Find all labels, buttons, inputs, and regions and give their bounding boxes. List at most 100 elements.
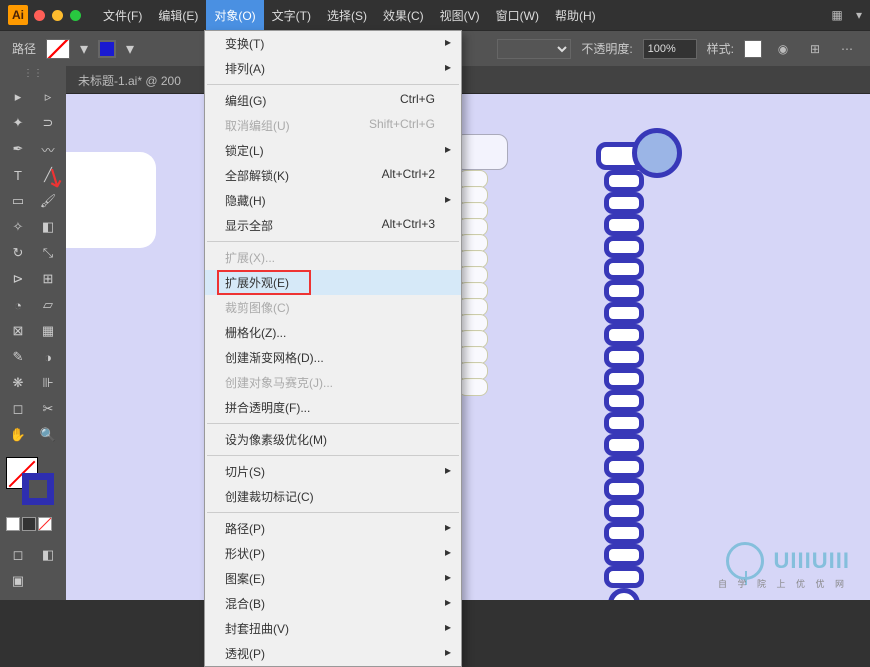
lightbulb-icon: [726, 542, 764, 580]
menu-item[interactable]: 切片(S)▸: [205, 459, 461, 484]
stroke-swatch[interactable]: [98, 40, 116, 58]
menu-视图[interactable]: 视图(V): [432, 0, 488, 31]
free-transform-tool[interactable]: ⊞: [34, 267, 62, 291]
column-graph-tool[interactable]: ⊪: [34, 371, 62, 395]
menu-item[interactable]: 透视(P)▸: [205, 641, 461, 666]
window-controls: [34, 10, 81, 21]
menu-item: 创建对象马赛克(J)...: [205, 370, 461, 395]
blend-tool[interactable]: ◑: [34, 345, 62, 369]
menu-item[interactable]: 栅格化(Z)...: [205, 320, 461, 345]
menu-item[interactable]: 路径(P)▸: [205, 516, 461, 541]
menu-文件[interactable]: 文件(F): [95, 0, 150, 31]
none-mode[interactable]: [38, 517, 52, 531]
style-swatch[interactable]: [744, 40, 762, 58]
tool-panel: ⋮⋮ ▸ ▹ ✦ ⊃ ✒ 〰 T ╱ ▭ 🖌 ✧ ◧ ↻ ⤡ ⊳ ⊞ ◔ ▱ ⊠…: [0, 66, 66, 600]
fill-swatch[interactable]: [46, 39, 70, 59]
selection-type-label: 路径: [12, 40, 36, 57]
maximize-icon[interactable]: [70, 10, 81, 21]
menu-item[interactable]: 设为像素级优化(M): [205, 427, 461, 452]
menu-窗口[interactable]: 窗口(W): [488, 0, 547, 31]
opacity-label: 不透明度:: [581, 40, 632, 57]
panel-layout-icon[interactable]: ▦: [826, 6, 848, 24]
perspective-tool[interactable]: ▱: [34, 293, 62, 317]
rotate-tool[interactable]: ↻: [4, 241, 32, 265]
selected-object-outline: [454, 134, 508, 394]
slice-tool[interactable]: ✂: [34, 397, 62, 421]
menu-item[interactable]: 全部解锁(K)Alt+Ctrl+2: [205, 163, 461, 188]
document-tab[interactable]: 未标题-1.ai* @ 200: [66, 66, 870, 94]
fill-stroke-control[interactable]: [0, 451, 66, 515]
menu-帮助[interactable]: 帮助(H): [547, 0, 604, 31]
eyedropper-tool[interactable]: ✎: [4, 345, 32, 369]
menu-item[interactable]: 形状(P)▸: [205, 541, 461, 566]
paintbrush-tool[interactable]: 🖌: [34, 189, 62, 213]
mesh-tool[interactable]: ⊠: [4, 319, 32, 343]
magic-wand-tool[interactable]: ✦: [4, 111, 32, 135]
line-tool[interactable]: ╱: [34, 163, 62, 187]
stroke-profile-select[interactable]: [497, 39, 571, 59]
shaper-tool[interactable]: ✧: [4, 215, 32, 239]
stroke-color[interactable]: [22, 473, 54, 505]
artboard-shape: [66, 152, 156, 248]
type-tool[interactable]: T: [4, 163, 32, 187]
menu-文字[interactable]: 文字(T): [264, 0, 319, 31]
menu-item: 取消编组(U)Shift+Ctrl+G: [205, 113, 461, 138]
menu-item[interactable]: 显示全部Alt+Ctrl+3: [205, 213, 461, 238]
width-tool[interactable]: ⊳: [4, 267, 32, 291]
eraser-tool[interactable]: ◧: [34, 215, 62, 239]
menu-item[interactable]: 隐藏(H)▸: [205, 188, 461, 213]
menu-item[interactable]: 混合(B)▸: [205, 591, 461, 616]
menu-编辑[interactable]: 编辑(E): [150, 0, 206, 31]
align-icon[interactable]: ◉: [772, 40, 794, 58]
rectangle-tool[interactable]: ▭: [4, 189, 32, 213]
app-logo: Ai: [8, 5, 28, 25]
watermark: UIIIUIII: [726, 542, 850, 580]
zoom-tool[interactable]: 🔍: [34, 423, 62, 447]
gradient-tool[interactable]: ▦: [34, 319, 62, 343]
minimize-icon[interactable]: [52, 10, 63, 21]
more-options-icon[interactable]: ⋯: [836, 40, 858, 58]
menu-效果[interactable]: 效果(C): [375, 0, 432, 31]
chevron-down-icon[interactable]: ▾: [80, 39, 88, 59]
pen-tool[interactable]: ✒: [4, 137, 32, 161]
menu-item[interactable]: 扩展外观(E): [205, 270, 461, 295]
menu-item[interactable]: 变换(T)▸: [205, 31, 461, 56]
hand-tool[interactable]: ✋: [4, 423, 32, 447]
screen-mode[interactable]: ▣: [4, 569, 32, 593]
menu-item[interactable]: 编组(G)Ctrl+G: [205, 88, 461, 113]
panel-grip-icon[interactable]: ⋮⋮: [0, 66, 66, 81]
style-label: 样式:: [707, 40, 734, 57]
curvature-tool[interactable]: 〰: [34, 137, 62, 161]
scale-tool[interactable]: ⤡: [34, 241, 62, 265]
watermark-text: UIIIUIII: [774, 548, 850, 574]
menu-item[interactable]: 锁定(L)▸: [205, 138, 461, 163]
menu-item: 扩展(X)...: [205, 245, 461, 270]
shape-builder-tool[interactable]: ◔: [4, 293, 32, 317]
menu-对象[interactable]: 对象(O): [206, 0, 263, 31]
draw-behind[interactable]: ◧: [34, 543, 62, 567]
selection-tool[interactable]: ▸: [4, 85, 32, 109]
gradient-mode[interactable]: [22, 517, 36, 531]
transform-icon[interactable]: ⊞: [804, 40, 826, 58]
chevron-down-icon[interactable]: ▾: [126, 39, 134, 59]
menu-item: 裁剪图像(C): [205, 295, 461, 320]
symbol-sprayer-tool[interactable]: ❋: [4, 371, 32, 395]
watermark-subtitle: 自 学 院 上 优 优 网: [718, 577, 848, 590]
menu-item[interactable]: 创建渐变网格(D)...: [205, 345, 461, 370]
direct-selection-tool[interactable]: ▹: [34, 85, 62, 109]
draw-normal[interactable]: ◻: [4, 543, 32, 567]
lasso-tool[interactable]: ⊃: [34, 111, 62, 135]
opacity-input[interactable]: [643, 39, 697, 59]
close-icon[interactable]: [34, 10, 45, 21]
canvas[interactable]: UIIIUIII 自 学 院 上 优 优 网: [66, 94, 870, 600]
color-mode[interactable]: [6, 517, 20, 531]
menu-item[interactable]: 创建裁切标记(C): [205, 484, 461, 509]
menu-item[interactable]: 封套扭曲(V)▸: [205, 616, 461, 641]
menu-item[interactable]: 排列(A)▸: [205, 56, 461, 81]
menu-item[interactable]: 图案(E)▸: [205, 566, 461, 591]
menu-bar: 文件(F)编辑(E)对象(O)文字(T)选择(S)效果(C)视图(V)窗口(W)…: [95, 0, 604, 31]
menu-item[interactable]: 拼合透明度(F)...: [205, 395, 461, 420]
dropdown-icon[interactable]: ▾: [848, 6, 870, 24]
artboard-tool[interactable]: ◻: [4, 397, 32, 421]
menu-选择[interactable]: 选择(S): [319, 0, 375, 31]
